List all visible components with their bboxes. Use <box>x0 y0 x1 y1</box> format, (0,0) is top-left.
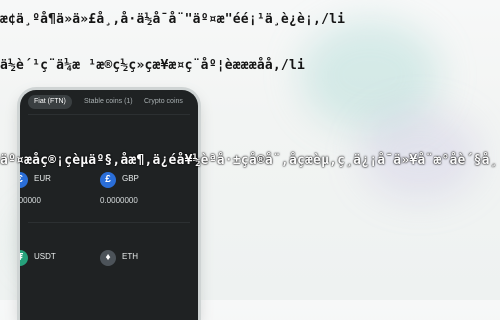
pound-icon: £ <box>100 172 116 188</box>
euro-icon: € <box>20 172 28 188</box>
overlay-text-line: æ¢ä¸ºå¶ä»ä»£å¸,å·ä½å¯å¨"äº¤æ"éé¡¹ä¸­è¿è¡… <box>0 12 346 27</box>
coin-name: ETH <box>122 252 138 261</box>
coin-balance: 0.0000000 <box>100 196 138 205</box>
tether-icon: ₮ <box>20 250 28 266</box>
asset-tabs: Fiat (FTN) Stable coins (1) Crypto coins <box>28 92 198 112</box>
divider <box>28 114 190 115</box>
ethereum-icon: ♦ <box>100 250 116 266</box>
coin-balance: 0.00000 <box>20 196 41 205</box>
wallet-phone-screen: Fiat (FTN) Stable coins (1) Crypto coins… <box>20 90 198 320</box>
coin-name: GBP <box>122 174 139 183</box>
overlay-text-line: äº¤æåç®¡çèµäº§,åæ¶,ä¿éå¥½èªå·±çå®å¨,åçæè… <box>0 153 498 168</box>
divider <box>28 222 190 223</box>
tab-crypto-coins[interactable]: Crypto coins <box>138 95 189 109</box>
tab-fiat[interactable]: Fiat (FTN) <box>28 95 72 109</box>
tab-stable-coins[interactable]: Stable coins (1) <box>78 95 139 109</box>
coin-name: EUR <box>34 174 51 183</box>
coin-name: USDT <box>34 252 56 261</box>
overlay-text-line: ä½è´¹ç¨ä¼æ ¹æ®ç½ç»çæ¥æ¤ç¨åº¦èæææåå,/li <box>0 58 306 73</box>
